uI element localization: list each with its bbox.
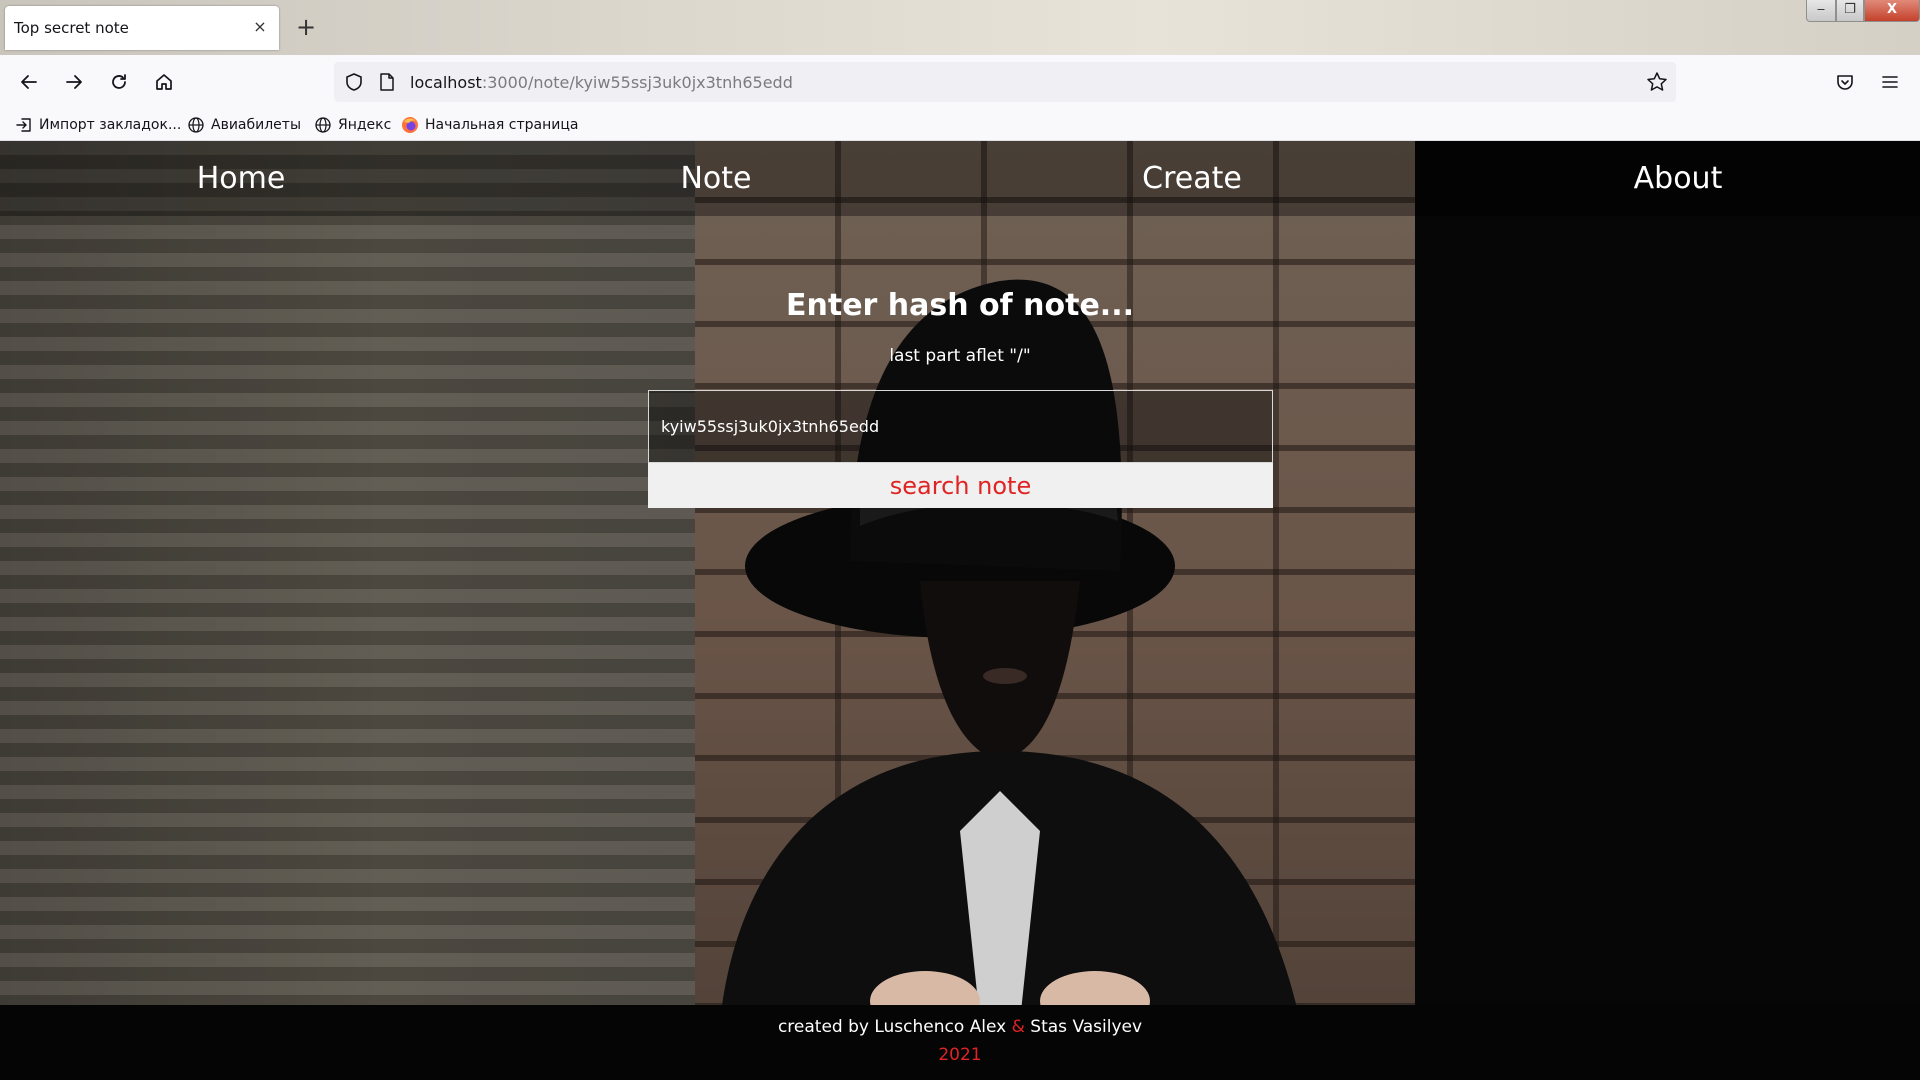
window-minimize-button[interactable]: ‒ [1806,0,1836,22]
shield-icon[interactable] [344,72,364,92]
footer-credits: created by Luschenco Alex & Stas Vasilye… [0,1017,1920,1037]
bookmark-flights[interactable]: Авиабилеты [187,114,301,136]
search-note-button[interactable]: search note [648,463,1273,508]
nav-link-about[interactable]: About [1578,161,1778,196]
bookmark-start-page[interactable]: Начальная страница [401,114,578,136]
bookmark-import[interactable]: Импорт закладок... [15,114,181,136]
menu-button[interactable] [1873,65,1907,99]
bookmarks-bar: Импорт закладок... Авиабилеты Яндекс Нач… [0,108,1920,141]
site-nav: Home Note Create About [0,141,1920,216]
nav-link-home[interactable]: Home [141,161,341,196]
hash-input[interactable] [648,390,1273,463]
footer-credits-suffix: Stas Vasilyev [1024,1017,1143,1037]
window-maximize-button[interactable]: ❐ [1836,0,1864,22]
reload-button[interactable] [102,65,136,99]
tab-title: Top secret note [14,19,129,37]
arrow-left-icon [21,75,37,89]
window-close-button[interactable]: X [1864,0,1920,22]
bookmark-yandex[interactable]: Яндекс [314,114,391,136]
site-footer: created by Luschenco Alex & Stas Vasilye… [0,1005,1920,1080]
bookmark-label: Яндекс [338,117,392,133]
footer-year: 2021 [938,1045,982,1065]
home-button[interactable] [147,65,181,99]
search-title: Enter hash of note... [786,288,1134,323]
url-text[interactable]: localhost:3000/note/kyiw55ssj3uk0jx3tnh6… [410,73,793,92]
new-tab-button[interactable]: + [292,13,320,41]
globe-icon [188,117,204,133]
bookmark-label: Авиабилеты [211,117,302,133]
firefox-icon [402,117,418,133]
tab-close-icon[interactable]: × [249,16,271,38]
arrow-right-icon [66,75,82,89]
search-hint: last part aflet "/" [889,346,1031,366]
browser-nav-bar: localhost:3000/note/kyiw55ssj3uk0jx3tnh6… [0,55,1920,108]
web-page: Home Note Create About Enter hash of not… [0,141,1920,1080]
back-button[interactable] [12,65,46,99]
nav-link-create[interactable]: Create [1092,161,1292,196]
home-icon [156,74,172,90]
reload-icon [112,74,126,89]
forward-button[interactable] [57,65,91,99]
hamburger-menu-icon [1882,76,1898,88]
page-icon[interactable] [378,72,396,92]
nav-link-note[interactable]: Note [616,161,816,196]
pocket-icon [1837,75,1853,90]
window-controls: ‒ ❐ X [1806,0,1920,24]
background-shutter [0,141,695,1080]
star-icon[interactable] [1646,71,1668,93]
globe-icon [315,117,331,133]
browser-tab-bar: Top secret note × + ‒ ❐ X [0,0,1920,55]
url-bar[interactable]: localhost:3000/note/kyiw55ssj3uk0jx3tnh6… [334,62,1676,102]
import-icon [16,118,31,132]
footer-credits-prefix: created by Luschenco Alex [777,1017,1012,1037]
pocket-button[interactable] [1828,65,1862,99]
browser-tab-active[interactable]: Top secret note × [5,6,279,50]
url-host: localhost [410,73,482,92]
bookmark-label: Начальная страница [425,117,579,133]
url-path: :3000/note/kyiw55ssj3uk0jx3tnh65edd [481,73,793,92]
background-dark-area [1415,141,1920,1080]
bookmark-label: Импорт закладок... [39,117,182,133]
footer-ampersand: & [1011,1017,1025,1037]
